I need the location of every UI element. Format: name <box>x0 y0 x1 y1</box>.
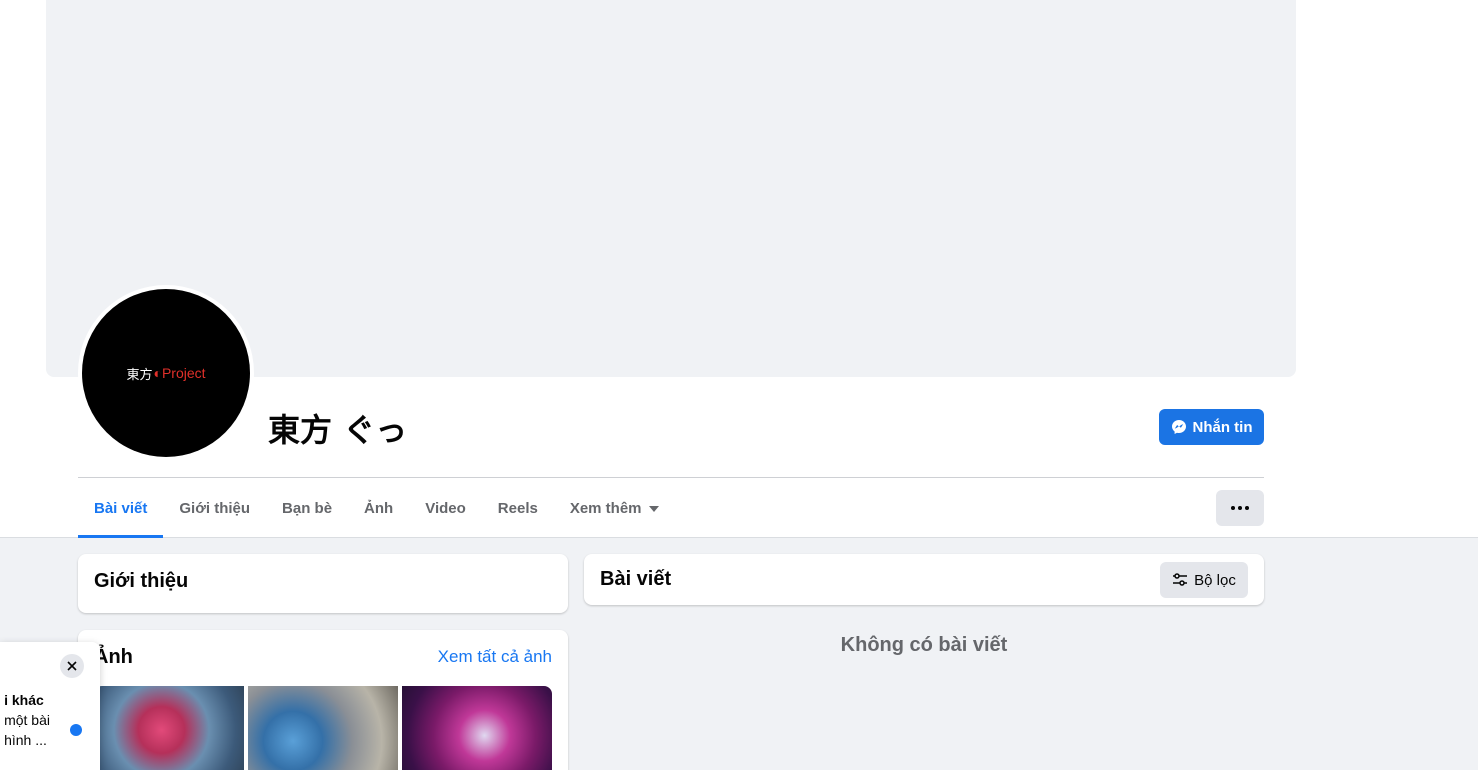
close-notification-button[interactable] <box>60 654 84 678</box>
filter-sliders-icon <box>1173 573 1188 586</box>
ellipsis-icon <box>1231 506 1235 510</box>
more-options-button[interactable] <box>1216 490 1264 526</box>
unread-dot-icon <box>70 724 82 736</box>
notification-popup[interactable]: i khác một bài hình ... <box>0 642 100 770</box>
intro-card: Giới thiệu <box>78 554 568 613</box>
profile-tabs: Bài viết Giới thiệu Bạn bè Ảnh Video Ree… <box>78 478 675 538</box>
tab-friends[interactable]: Bạn bè <box>266 478 348 538</box>
notification-line: i khác <box>4 692 44 708</box>
posts-card-title: Bài viết <box>600 568 672 590</box>
posts-card: Bài viết Bộ lọc <box>584 554 1264 605</box>
avatar-text-red: Project <box>161 365 206 381</box>
notification-line: hình ... <box>4 732 47 748</box>
profile-name: 東方 ぐっ <box>268 411 408 449</box>
tab-reels[interactable]: Reels <box>482 478 554 538</box>
tab-photos[interactable]: Ảnh <box>348 478 409 538</box>
photo-thumbnail[interactable] <box>248 686 398 770</box>
notification-line: một bài <box>4 712 50 728</box>
filter-button-label: Bộ lọc <box>1194 571 1236 589</box>
empty-posts-message: Không có bài viết <box>840 634 1008 656</box>
tab-about[interactable]: Giới thiệu <box>163 478 266 538</box>
caret-down-icon <box>648 506 659 512</box>
avatar[interactable]: 東方 ◐ Project <box>82 289 250 457</box>
intro-card-title: Giới thiệu <box>94 570 189 592</box>
notification-text: i khác một bài hình ... <box>4 690 50 750</box>
photo-thumbnail[interactable] <box>94 686 244 770</box>
photos-card: Ảnh Xem tất cả ảnh <box>78 630 568 770</box>
avatar-logo-icon: ◐ <box>153 365 162 381</box>
filter-button[interactable]: Bộ lọc <box>1160 562 1248 598</box>
tab-video[interactable]: Video <box>409 478 482 538</box>
close-icon <box>67 661 77 671</box>
see-all-photos-link[interactable]: Xem tất cả ảnh <box>438 647 552 667</box>
messenger-icon <box>1171 420 1186 434</box>
message-button-label: Nhắn tin <box>1192 418 1253 436</box>
profile-header: 東方 ◐ Project 東方 ぐっ Nhắn tin Bài viết Giớ… <box>0 0 1478 538</box>
tab-more[interactable]: Xem thêm <box>554 478 675 538</box>
tab-posts[interactable]: Bài viết <box>78 478 164 538</box>
avatar-text: 東方 <box>126 367 153 383</box>
message-button[interactable]: Nhắn tin <box>1159 409 1264 445</box>
photo-thumbnail[interactable] <box>402 686 552 770</box>
